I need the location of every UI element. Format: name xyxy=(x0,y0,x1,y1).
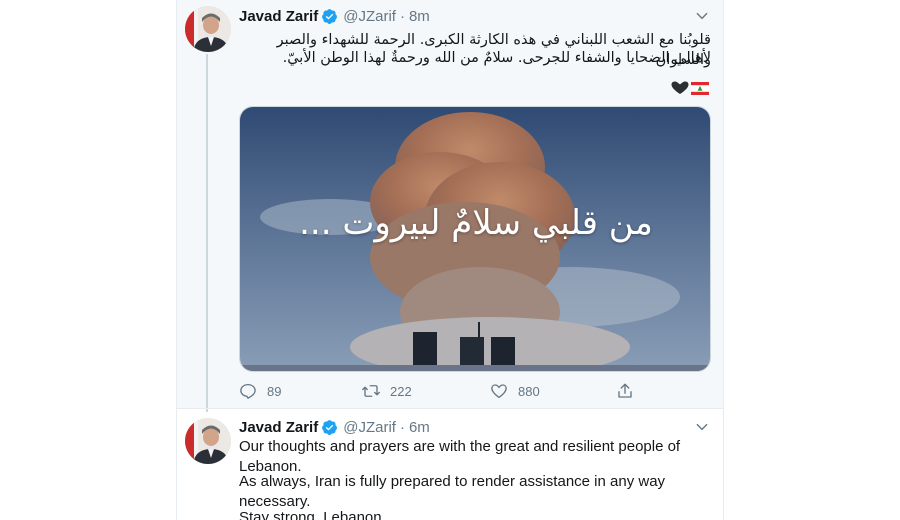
tweet-text-paragraph: Our thoughts and prayers are with the gr… xyxy=(239,438,681,475)
reply-button[interactable]: 89 xyxy=(239,382,281,400)
tweet-actions: 89 222 880 xyxy=(239,381,659,401)
verified-badge-icon xyxy=(322,419,338,435)
separator-dot: · xyxy=(399,418,405,436)
lebanon-flag-icon xyxy=(691,81,709,95)
retweet-icon xyxy=(362,385,380,397)
tweet-text-paragraph: Stay strong, Lebanon. xyxy=(239,509,386,520)
display-name[interactable]: Javad Zarif xyxy=(239,8,318,25)
share-button[interactable] xyxy=(616,382,644,400)
chevron-down-icon[interactable] xyxy=(695,420,709,434)
retweet-count: 222 xyxy=(390,383,412,399)
timestamp[interactable]: 8m xyxy=(409,8,430,25)
avatar[interactable] xyxy=(185,418,231,464)
tweet-text-line: لأهالي الضحايا والشفاء للجرحى. سلامٌ من … xyxy=(282,50,711,66)
avatar[interactable] xyxy=(185,6,231,52)
emoji-row xyxy=(239,78,711,98)
display-name[interactable]: Javad Zarif xyxy=(239,419,318,436)
timestamp[interactable]: 6m xyxy=(409,419,430,436)
thread-connector-line xyxy=(206,54,208,412)
share-icon xyxy=(618,383,632,398)
tweet-header: Javad Zarif @JZarif · 6m xyxy=(239,417,430,437)
user-handle[interactable]: @JZarif xyxy=(343,8,396,25)
retweet-button[interactable]: 222 xyxy=(362,382,412,400)
separator-dot: · xyxy=(399,7,405,25)
black-heart-icon xyxy=(671,81,689,94)
image-caption: من قلبي سلامٌ لبيروت ... xyxy=(299,203,653,243)
like-button[interactable]: 880 xyxy=(490,382,540,400)
verified-badge-icon xyxy=(322,8,338,24)
tweet-text-paragraph: As always, Iran is fully prepared to ren… xyxy=(239,473,666,510)
chevron-down-icon[interactable] xyxy=(695,9,709,23)
reply-count: 89 xyxy=(267,383,282,399)
profile-photo-icon xyxy=(185,418,231,464)
like-count: 880 xyxy=(518,383,540,399)
reply-icon xyxy=(240,383,256,399)
timeline-column: Javad Zarif @JZarif · 8m قلوبُنا مع الشع… xyxy=(176,0,724,520)
heart-icon xyxy=(491,384,507,399)
tweet-image[interactable]: من قلبي سلامٌ لبيروت ... xyxy=(239,106,711,372)
user-handle[interactable]: @JZarif xyxy=(343,419,396,436)
profile-photo-icon xyxy=(185,6,231,52)
tweet-divider xyxy=(177,408,723,409)
tweet-header: Javad Zarif @JZarif · 8m xyxy=(239,6,430,26)
